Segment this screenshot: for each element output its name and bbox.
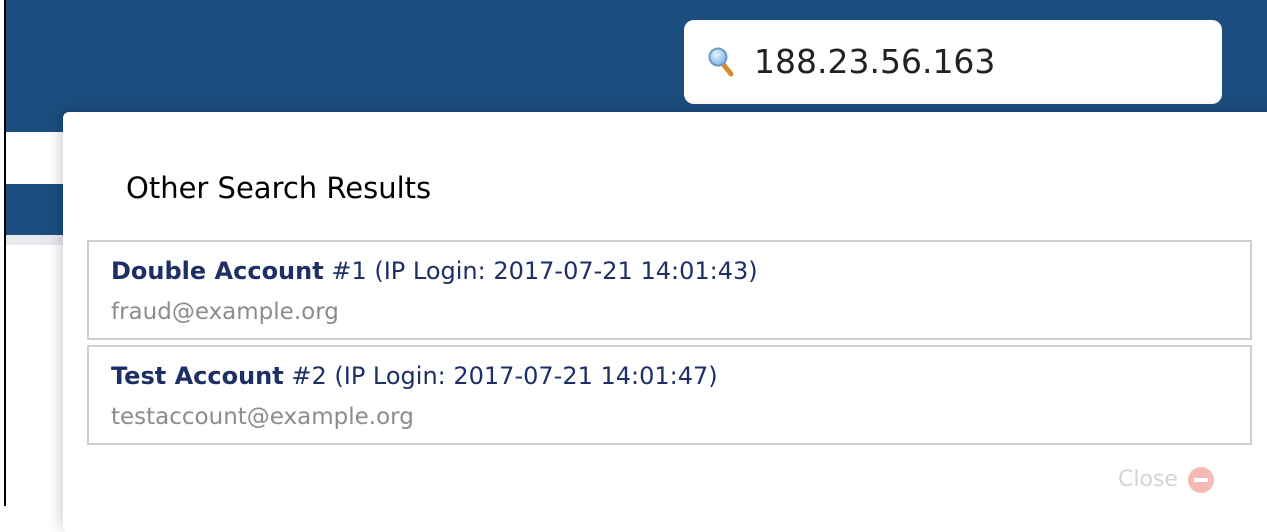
result-account-name: Double Account <box>111 257 324 285</box>
result-heading: Double Account #1 (IP Login: 2017-07-21 … <box>111 254 758 288</box>
result-login-detail: #1 (IP Login: 2017-07-21 14:01:43) <box>323 257 758 285</box>
result-account-name: Test Account <box>111 362 284 390</box>
result-item[interactable]: Double Account #1 (IP Login: 2017-07-21 … <box>87 240 1252 340</box>
app-window: Other Search Results Double Account #1 (… <box>0 0 1267 532</box>
result-email: fraud@example.org <box>111 299 339 325</box>
result-heading: Test Account #2 (IP Login: 2017-07-21 14… <box>111 359 718 393</box>
search-icon <box>708 47 734 77</box>
panel-title: Other Search Results <box>126 171 432 205</box>
result-login-detail: #2 (IP Login: 2017-07-21 14:01:47) <box>283 362 718 390</box>
close-label: Close <box>1118 467 1178 492</box>
result-item[interactable]: Test Account #2 (IP Login: 2017-07-21 14… <box>87 345 1252 445</box>
close-icon <box>1186 465 1216 495</box>
search-box[interactable] <box>684 20 1222 104</box>
close-button[interactable]: Close <box>1118 462 1216 498</box>
search-input[interactable] <box>754 40 1194 84</box>
result-email: testaccount@example.org <box>111 404 414 430</box>
